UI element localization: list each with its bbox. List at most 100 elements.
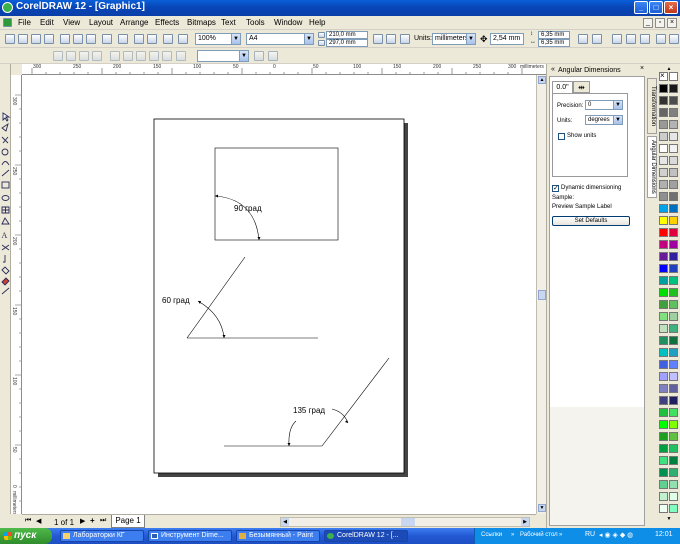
last-page-button[interactable]: ⏭ <box>100 517 106 525</box>
color-swatch[interactable] <box>659 252 668 261</box>
color-swatch[interactable] <box>669 468 678 477</box>
color-swatch[interactable] <box>659 468 668 477</box>
color-swatch[interactable] <box>669 168 678 177</box>
paper-type-select[interactable]: A4 ▼ <box>246 33 314 45</box>
color-swatch[interactable] <box>669 132 678 141</box>
color-swatch[interactable] <box>669 480 678 489</box>
next-page-button[interactable]: ▶ <box>80 517 85 525</box>
color-swatch[interactable] <box>669 180 678 189</box>
save-icon[interactable] <box>31 34 41 44</box>
color-swatch[interactable] <box>659 132 668 141</box>
color-swatch[interactable] <box>659 360 668 369</box>
color-swatch[interactable] <box>669 204 678 213</box>
start-button[interactable]: пуск <box>0 528 52 544</box>
color-swatch[interactable] <box>669 348 678 357</box>
smart-fill-tool-icon[interactable] <box>1 169 10 177</box>
open-icon[interactable] <box>18 34 28 44</box>
color-swatch[interactable] <box>669 336 678 345</box>
minimize-button[interactable]: _ <box>634 1 648 14</box>
snap-guidelines-icon[interactable] <box>626 34 636 44</box>
taskbar-item-paint[interactable]: Безымянный - Paint <box>236 530 320 542</box>
color-swatch[interactable] <box>659 372 668 381</box>
menu-bitmaps[interactable]: Bitmaps <box>187 18 216 27</box>
tray-expand-icon[interactable]: » <box>511 532 514 538</box>
page-tab[interactable]: Page 1 <box>111 515 145 528</box>
close-button[interactable]: × <box>664 1 678 14</box>
color-swatch[interactable] <box>659 144 668 153</box>
horizontal-ruler[interactable]: 300 250 200 150 100 50 0 50 100 150 200 … <box>22 64 546 75</box>
text-tool-icon[interactable] <box>66 51 76 61</box>
color-swatch[interactable] <box>669 456 678 465</box>
precision-select[interactable]: 0 ▼ <box>585 100 623 110</box>
doc-close-button[interactable]: × <box>667 18 677 28</box>
color-swatch[interactable] <box>669 96 678 105</box>
hscroll-thumb[interactable] <box>401 518 415 526</box>
paste-icon[interactable] <box>86 34 96 44</box>
print-icon[interactable] <box>44 34 54 44</box>
tab-angle-format[interactable]: 0.0" <box>552 81 573 93</box>
menu-view[interactable]: View <box>63 18 80 27</box>
tab-transformation[interactable]: Transformation <box>647 78 657 134</box>
color-swatch[interactable] <box>669 384 678 393</box>
tray-icons[interactable]: ◂ ◉ ◈ ◆ ◍ <box>599 531 633 539</box>
add-page-button[interactable]: + <box>90 516 95 525</box>
color-swatch[interactable] <box>669 264 678 273</box>
shape-tool-icon[interactable] <box>1 122 9 132</box>
import-icon[interactable] <box>134 34 144 44</box>
set-defaults-button[interactable]: Set Defaults <box>552 216 630 226</box>
show-units-checkbox[interactable] <box>558 133 565 140</box>
color-swatch[interactable] <box>659 396 668 405</box>
text-tool-icon[interactable] <box>53 51 63 61</box>
color-swatch[interactable] <box>659 180 668 189</box>
page-height-field[interactable]: 297,0 mm <box>326 39 368 47</box>
color-swatch[interactable] <box>669 216 678 225</box>
graph-paper-tool-icon[interactable] <box>1 206 10 214</box>
color-swatch[interactable] <box>669 156 678 165</box>
text-tool-icon[interactable] <box>123 51 133 61</box>
text-tool-icon[interactable] <box>92 51 102 61</box>
color-swatch[interactable] <box>669 420 678 429</box>
export-icon[interactable] <box>147 34 157 44</box>
color-swatch[interactable] <box>659 456 668 465</box>
color-swatch[interactable] <box>669 108 678 117</box>
color-swatch[interactable] <box>659 312 668 321</box>
text-tool-icon[interactable] <box>176 51 186 61</box>
color-swatch[interactable] <box>659 480 668 489</box>
angle-label-90[interactable]: 90 град <box>234 204 262 213</box>
no-color-swatch[interactable]: × <box>659 71 668 81</box>
vertical-scrollbar[interactable]: ▲ ▼ <box>536 75 546 514</box>
color-swatch[interactable] <box>659 288 668 297</box>
color-swatch[interactable] <box>669 240 678 249</box>
color-swatch[interactable] <box>669 84 678 93</box>
color-swatch[interactable] <box>659 348 668 357</box>
color-swatch[interactable] <box>659 156 668 165</box>
dynamic-dimensioning-checkbox[interactable]: ✓ <box>552 185 559 192</box>
menu-file[interactable]: File <box>18 18 31 27</box>
pick-tool-icon[interactable] <box>2 112 11 122</box>
all-pages-icon[interactable] <box>400 34 410 44</box>
landscape-icon[interactable] <box>386 34 396 44</box>
angle-label-135[interactable]: 135 град <box>293 406 325 415</box>
menu-layout[interactable]: Layout <box>89 18 113 27</box>
color-swatch[interactable] <box>659 120 668 129</box>
tray-expand-icon[interactable]: » <box>559 532 562 538</box>
interactive-blend-tool-icon[interactable] <box>1 244 10 251</box>
cut-icon[interactable] <box>60 34 70 44</box>
color-swatch[interactable] <box>669 444 678 453</box>
options-icon[interactable] <box>592 34 602 44</box>
doc-minimize-button[interactable]: _ <box>643 18 653 28</box>
color-swatch[interactable] <box>659 492 668 501</box>
color-swatch[interactable] <box>669 72 678 81</box>
crop-tool-icon[interactable] <box>1 136 9 144</box>
taskbar-item-coreldraw[interactable]: CorelDRAW 12 - [... <box>324 530 408 542</box>
outline-tool-icon[interactable] <box>1 266 10 275</box>
color-swatch[interactable] <box>659 420 668 429</box>
color-swatch[interactable] <box>659 504 668 513</box>
application-launcher-icon[interactable] <box>163 34 173 44</box>
taskbar-item-folder[interactable]: Лабораторки КГ <box>60 530 144 542</box>
color-swatch[interactable] <box>669 396 678 405</box>
color-swatch[interactable] <box>659 264 668 273</box>
tab-angular-dimensions[interactable]: Angular Dimensions <box>647 136 657 198</box>
tab-position-icon[interactable]: ⇹ <box>573 81 590 93</box>
color-swatch[interactable] <box>659 444 668 453</box>
